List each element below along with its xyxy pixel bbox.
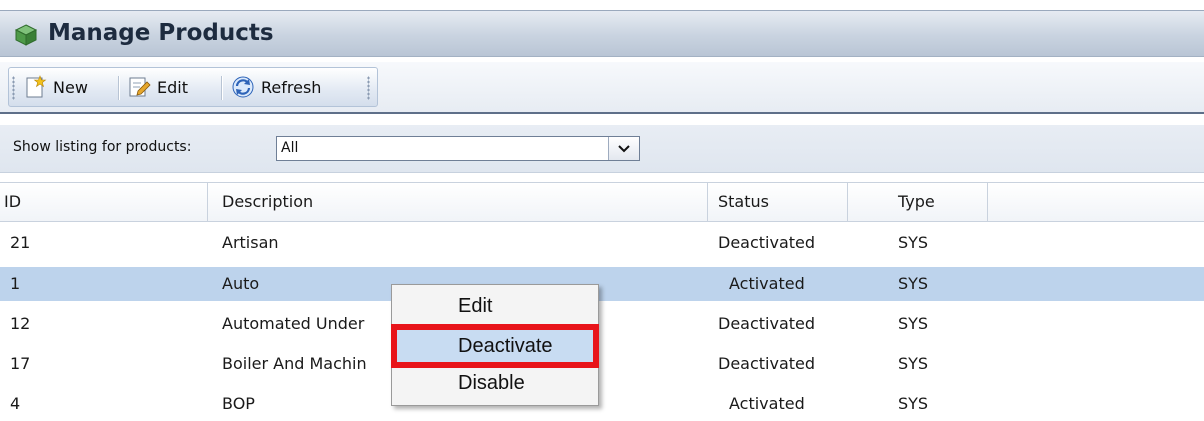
table-row[interactable]: 21 Artisan Deactivated SYS [0,226,1204,260]
filter-label: Show listing for products: [13,139,192,155]
cell-type: SYS [898,394,929,413]
toolbar: New Edit Refresh [0,62,1204,114]
cell-id: 12 [10,314,31,333]
cell-status: Activated [729,394,805,413]
context-menu: Edit Deactivate Disable [391,284,599,406]
grid-header: ID Description Status Type [0,182,1204,222]
cell-status: Activated [729,274,805,293]
column-header-id[interactable]: ID [0,183,208,221]
edit-icon [129,77,151,97]
refresh-button[interactable]: Refresh [231,71,321,103]
menu-item-disable[interactable]: Disable [394,367,596,399]
cell-id: 17 [10,354,31,373]
cell-status: Deactivated [718,314,816,333]
cell-type: SYS [898,354,929,373]
cell-id: 1 [10,274,21,293]
column-header-description[interactable]: Description [208,183,708,221]
refresh-button-label: Refresh [261,77,322,97]
column-header-status[interactable]: Status [708,183,848,221]
cell-description: BOP [222,394,255,413]
toolbar-grip[interactable] [367,76,370,100]
cell-id: 21 [10,233,31,252]
table-row[interactable]: 17 Boiler And Machin Deactivated SYS [0,347,1204,381]
edit-button[interactable]: Edit [127,71,188,103]
cell-id: 4 [10,394,21,413]
page-title: Manage Products [48,20,274,46]
title-bar: Manage Products [0,10,1204,57]
product-filter-value: All [281,140,299,156]
cell-type: SYS [898,274,929,293]
toolbar-separator [118,76,120,100]
toolbar-grip[interactable] [12,76,15,100]
toolbar-separator [221,76,223,100]
cell-description: Auto [222,274,260,293]
new-button[interactable]: New [23,71,88,103]
new-document-icon [26,75,47,98]
table-row-selected[interactable]: 1 Auto Activated SYS [0,267,1204,301]
column-header-empty [988,183,1204,221]
refresh-icon [232,76,254,98]
menu-item-deactivate[interactable]: Deactivate [391,324,599,368]
cell-type: SYS [898,314,929,333]
table-row[interactable]: 4 BOP Activated SYS [0,387,1204,413]
cell-type: SYS [898,233,929,252]
edit-button-label: Edit [157,77,188,97]
filter-bar: Show listing for products: All [0,125,1204,173]
product-filter-select[interactable]: All [276,136,640,161]
cell-description: Boiler And Machin [222,354,367,373]
toolbar-strip: New Edit Refresh [8,67,378,107]
cube-icon [14,24,38,46]
cell-status: Deactivated [718,233,816,252]
dropdown-button[interactable] [608,137,639,160]
cell-description: Automated Under [222,314,365,333]
cell-description: Artisan [222,233,279,252]
table-row[interactable]: 12 Automated Under Deactivated SYS [0,307,1204,341]
cell-status: Deactivated [718,354,816,373]
new-button-label: New [53,77,88,97]
column-header-type[interactable]: Type [848,183,988,221]
menu-item-edit[interactable]: Edit [394,290,596,322]
chevron-down-icon [618,144,630,152]
